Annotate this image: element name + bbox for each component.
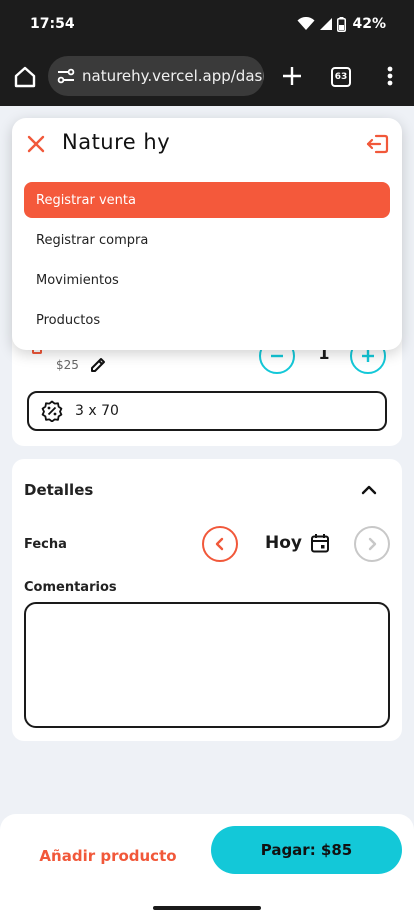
brand-logo: Nature hy <box>62 130 171 154</box>
comentarios-label: Comentarios <box>24 580 117 595</box>
status-icons: 42% <box>297 16 386 32</box>
chevron-up-icon[interactable] <box>360 481 378 499</box>
details-title: Detalles <box>24 481 94 499</box>
nav-item-registrar-compra[interactable]: Registrar compra <box>24 222 390 258</box>
nav-item-productos[interactable]: Productos <box>24 302 390 338</box>
promotion-selector[interactable]: 3 x 70 <box>27 391 387 431</box>
home-icon[interactable] <box>12 64 38 90</box>
edit-price-icon[interactable] <box>89 356 107 374</box>
nav-item-label: Registrar compra <box>36 232 149 248</box>
plus-icon <box>362 350 374 362</box>
nav-item-label: Registrar venta <box>36 192 136 208</box>
battery-icon <box>337 16 347 32</box>
next-date-button[interactable] <box>354 526 390 562</box>
fecha-label: Fecha <box>24 537 67 552</box>
nav-item-registrar-venta[interactable]: Registrar venta <box>24 182 390 218</box>
url-text: naturehy.vercel.app/dash <box>82 67 264 85</box>
logout-icon[interactable] <box>366 133 390 155</box>
date-display[interactable]: Hoy <box>265 533 330 553</box>
navigation-menu: Nature hy Registrar venta Registrar comp… <box>12 118 402 350</box>
new-tab-icon[interactable] <box>280 64 304 88</box>
product-price-row: $25 <box>56 356 107 374</box>
nav-item-label: Productos <box>36 312 101 328</box>
close-icon[interactable] <box>26 134 46 154</box>
calendar-icon <box>310 533 330 553</box>
discount-badge-icon <box>41 400 63 422</box>
signal-icon <box>319 17 333 31</box>
browser-toolbar: naturehy.vercel.app/dash 63 <box>0 48 414 106</box>
comentarios-input[interactable] <box>24 602 390 728</box>
gesture-handle[interactable] <box>153 906 261 910</box>
wifi-icon <box>297 17 315 31</box>
chevron-left-icon <box>215 537 224 551</box>
add-product-button[interactable]: Añadir producto <box>30 836 186 876</box>
tab-switcher-button[interactable]: 63 <box>331 67 351 87</box>
status-time: 17:54 <box>30 16 75 32</box>
previous-date-button[interactable] <box>202 526 238 562</box>
more-menu-icon[interactable] <box>384 64 396 88</box>
site-settings-icon[interactable] <box>56 66 76 86</box>
bottom-action-bar: Añadir producto Pagar: $85 <box>0 814 414 896</box>
status-bar: 17:54 42% <box>0 0 414 48</box>
minus-icon <box>271 354 283 358</box>
nav-item-label: Movimientos <box>36 272 119 288</box>
nav-item-movimientos[interactable]: Movimientos <box>24 262 390 298</box>
pay-button[interactable]: Pagar: $85 <box>211 826 402 874</box>
chevron-right-icon <box>368 537 377 551</box>
promotion-label: 3 x 70 <box>75 403 119 419</box>
date-value: Hoy <box>265 533 302 553</box>
details-card: Detalles Fecha Hoy Comentarios <box>12 459 402 741</box>
address-bar[interactable]: naturehy.vercel.app/dash <box>48 56 264 96</box>
battery-percent: 42% <box>352 16 386 32</box>
product-price: $25 <box>56 358 79 372</box>
